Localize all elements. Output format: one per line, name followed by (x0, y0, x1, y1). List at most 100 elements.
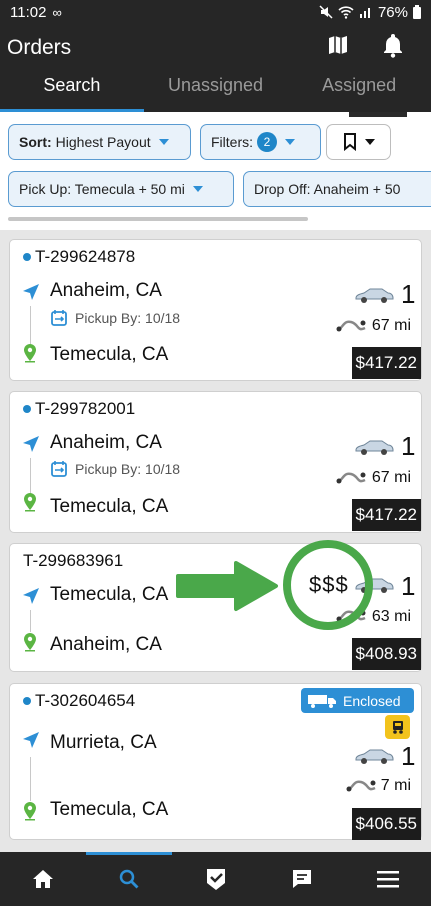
vehicle-count: 1 (401, 741, 416, 771)
sort-dropdown[interactable]: Sort: Highest Payout (8, 124, 191, 160)
origin-city: Temecula, CA (50, 584, 169, 605)
route-line (30, 458, 31, 496)
navigation-arrow-icon (23, 588, 39, 604)
vehicle-count: 1 (401, 279, 416, 309)
carrier-type-badge (385, 715, 410, 739)
payout-price: $408.93 (351, 638, 421, 670)
route-distance-icon (336, 472, 366, 484)
distance: 63 mi (371, 608, 411, 625)
new-indicator-dot (23, 405, 31, 413)
pickup-filter-label: Pick Up: Temecula + 50 mi (19, 181, 185, 197)
pickup-filter-chip[interactable]: Pick Up: Temecula + 50 mi (8, 171, 234, 207)
chevron-down-icon (192, 186, 203, 192)
route-line (30, 757, 31, 801)
new-indicator-dot (23, 253, 31, 261)
location-pin-icon (24, 633, 36, 652)
wifi-icon (338, 6, 354, 19)
route-distance-icon (346, 780, 376, 792)
dropoff-filter-label: Drop Off: Anaheim + 50 (254, 181, 401, 197)
nav-assigned[interactable] (172, 852, 258, 906)
route-line (30, 306, 31, 344)
car-icon (355, 288, 394, 303)
chevron-down-icon (158, 139, 169, 145)
list-scroll-indicator (349, 112, 407, 117)
filter-bar: Sort: Highest Payout Filters: 2 Pick Up:… (0, 112, 431, 230)
calendar-transfer-icon (51, 310, 67, 326)
pickup-by-date: Pickup By: 10/18 (75, 310, 181, 326)
link-icon: ∞ (52, 4, 62, 20)
home-icon (33, 870, 54, 888)
route-distance-icon (336, 320, 366, 332)
vehicle-count: 1 (401, 431, 416, 461)
app-header: Orders Search Unassigned Assigned (0, 24, 431, 112)
filters-dropdown[interactable]: Filters: 2 (200, 124, 321, 160)
chevron-down-icon (364, 139, 375, 145)
bell-icon[interactable] (381, 32, 405, 58)
status-time: 11:02 (10, 3, 47, 21)
order-card[interactable]: T-299782001 Anaheim, CA Pickup By: 10/18… (9, 391, 422, 533)
page-title: Orders (7, 36, 72, 59)
bookmark-icon (343, 133, 356, 151)
navigation-arrow-icon (23, 436, 39, 452)
destination-city: Temecula, CA (50, 799, 169, 820)
distance: 67 mi (371, 317, 411, 334)
car-icon (355, 749, 394, 764)
battery-icon (413, 5, 421, 19)
nav-search[interactable] (86, 852, 173, 906)
car-icon (355, 578, 394, 593)
search-icon (120, 869, 139, 889)
chevron-down-icon (285, 139, 295, 145)
nav-messages[interactable] (259, 852, 345, 906)
tab-search[interactable]: Search (0, 72, 144, 112)
sort-value: Highest Payout (55, 134, 151, 150)
pickup-by-date: Pickup By: 10/18 (75, 461, 181, 477)
car-icon (355, 440, 394, 455)
payout-price: $417.22 (351, 499, 421, 531)
order-tabs: Search Unassigned Assigned (0, 72, 431, 112)
bottom-nav (0, 852, 431, 906)
destination-city: Temecula, CA (50, 344, 169, 365)
distance: 67 mi (371, 469, 411, 486)
payout-price: $417.22 (351, 347, 421, 379)
signal-icon (359, 8, 370, 18)
status-bar: 11:02 ∞ 76% (0, 0, 431, 24)
battery-percent: 76% (377, 3, 408, 21)
location-pin-icon (24, 802, 36, 821)
tab-assigned[interactable]: Assigned (287, 72, 431, 112)
dropoff-filter-chip[interactable]: Drop Off: Anaheim + 50 (243, 171, 431, 207)
order-id: T-302604654 (35, 691, 136, 710)
sort-label: Sort: (19, 134, 52, 150)
new-indicator-dot (23, 697, 31, 705)
truck-icon (308, 694, 336, 708)
nav-menu[interactable] (345, 852, 431, 906)
destination-city: Anaheim, CA (50, 634, 162, 655)
filters-count-badge: 2 (257, 132, 277, 152)
navigation-arrow-icon (23, 732, 39, 748)
order-id: T-299782001 (35, 399, 136, 418)
route-distance-icon (336, 610, 366, 622)
order-card[interactable]: T-299683961 Temecula, CA Anaheim, CA 1 6… (9, 543, 422, 672)
destination-city: Temecula, CA (50, 496, 169, 517)
nav-home[interactable] (0, 852, 86, 906)
map-icon[interactable] (327, 34, 349, 56)
vehicle-count: 1 (401, 571, 416, 601)
navigation-arrow-icon (23, 284, 39, 300)
location-pin-icon (24, 344, 36, 363)
tab-unassigned[interactable]: Unassigned (144, 72, 288, 112)
origin-city: Murrieta, CA (50, 732, 157, 753)
chat-icon (292, 870, 311, 888)
semi-truck-icon (392, 721, 403, 734)
chip-scrollbar[interactable] (8, 217, 308, 221)
saved-searches-button[interactable] (326, 124, 391, 160)
origin-city: Anaheim, CA (50, 280, 162, 301)
mute-icon (319, 5, 333, 19)
order-card[interactable]: T-299624878 Anaheim, CA Pickup By: 10/18… (9, 239, 422, 381)
route-line (30, 610, 31, 632)
menu-icon (376, 871, 399, 888)
enclosed-badge: Enclosed (301, 688, 414, 713)
order-card[interactable]: T-302604654 Enclosed Murrieta, CA Temecu… (9, 683, 422, 840)
payout-price: $406.55 (351, 808, 421, 840)
check-shield-icon (206, 869, 225, 890)
calendar-transfer-icon (51, 461, 67, 477)
origin-city: Anaheim, CA (50, 432, 162, 453)
